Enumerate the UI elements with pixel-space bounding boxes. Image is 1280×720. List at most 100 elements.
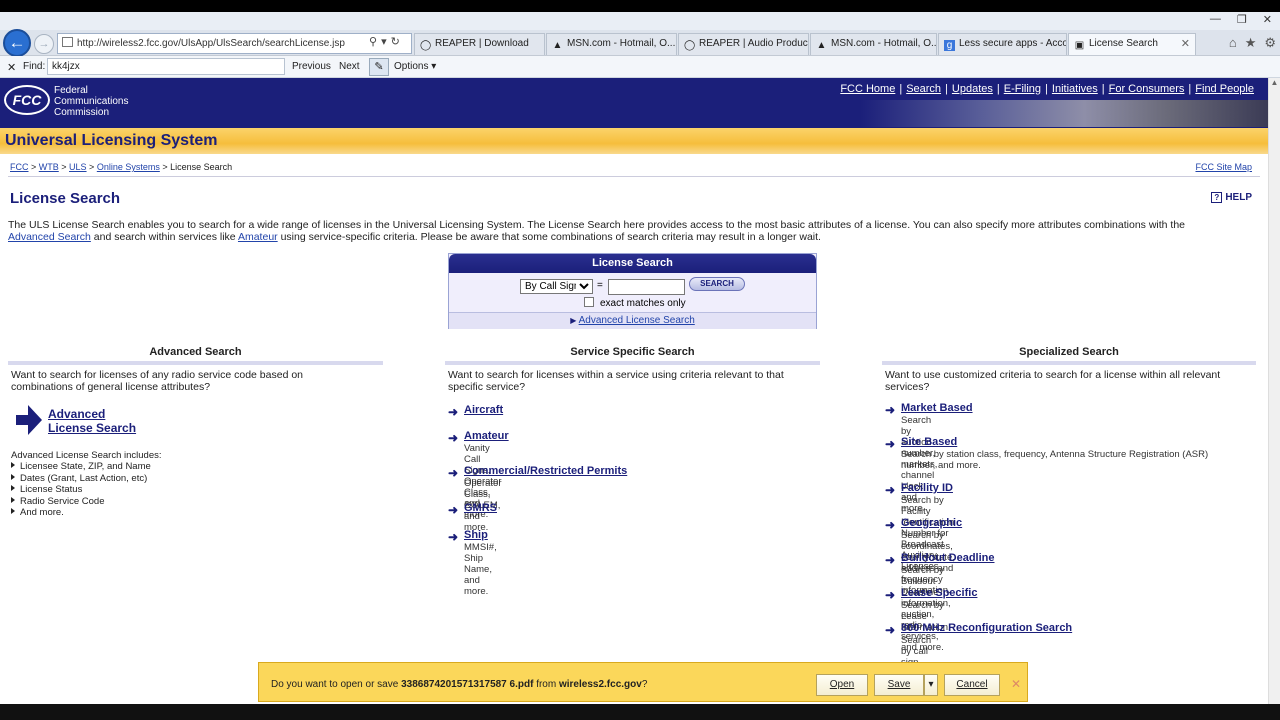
amateur-link[interactable]: Amateur (238, 231, 278, 243)
list-item: And more. (11, 507, 162, 518)
arrow-right-icon: ➜ (448, 466, 459, 480)
arrow-right-icon: ➜ (885, 588, 896, 602)
dropdown-icon[interactable]: ▾ (381, 36, 391, 48)
cancel-button[interactable]: Cancel (944, 674, 1000, 696)
advanced-search-link[interactable]: Advanced Search (8, 231, 91, 243)
fcc-header: FCC Federal Communications Commission FC… (0, 78, 1268, 128)
fcc-name: Federal Communications Commission (54, 85, 129, 118)
triangle-right-icon: ▶ (570, 316, 577, 325)
exact-match-checkbox[interactable] (584, 297, 594, 307)
advanced-license-search-big-link[interactable]: Advanced License Search (48, 407, 136, 435)
download-site: wireless2.fcc.gov (558, 679, 642, 690)
equals-sign: = (597, 280, 603, 291)
list-item: Licensee State, ZIP, and Name (11, 461, 162, 472)
specialized-search-heading: Specialized Search (1019, 346, 1119, 358)
vertical-scrollbar[interactable]: ▲ (1268, 78, 1280, 712)
home-icon[interactable]: ⌂ (1229, 35, 1237, 51)
window-controls: — ❐ ✕ (1210, 13, 1272, 26)
page-icon: ▣ (1074, 40, 1085, 51)
arrow-right-icon: ➜ (885, 623, 896, 637)
nav-search[interactable]: Search (906, 83, 941, 95)
page-icon (62, 37, 73, 47)
tab-license-search[interactable]: ▣ License Search ✕ (1068, 33, 1196, 55)
address-bar[interactable]: http://wireless2.fcc.gov/UlsApp/UlsSearc… (57, 33, 412, 54)
msn-icon: ▲ (552, 40, 563, 51)
service-search-desc: Want to search for licenses within a ser… (448, 369, 784, 393)
find-label: Find: (23, 61, 46, 72)
advanced-license-search-row: ▶ Advanced License Search (449, 312, 816, 329)
tab-reaper-download[interactable]: ◯ REAPER | Download (414, 33, 545, 55)
restore-icon[interactable]: ❐ (1237, 13, 1247, 26)
fcc-logo[interactable]: FCC (4, 85, 50, 115)
divider (882, 361, 1256, 365)
system-title: Universal Licensing System (5, 132, 218, 149)
search-type-select[interactable]: By Call Sign (520, 279, 593, 294)
nav-fcc-home[interactable]: FCC Home (840, 83, 895, 95)
list-item: Dates (Grant, Last Action, etc) (11, 473, 162, 484)
page-title: License Search (10, 190, 121, 207)
advanced-search-desc: Want to search for licenses of any radio… (11, 369, 304, 393)
browser-window: — ❐ ✕ ← → http://wireless2.fcc.gov/UlsAp… (0, 0, 1280, 720)
find-previous-button[interactable]: Previous (292, 61, 331, 72)
scroll-up-icon[interactable]: ▲ (1269, 78, 1280, 87)
system-title-bar: Universal Licensing System (0, 128, 1268, 154)
save-options-dropdown[interactable]: ▾ (924, 674, 938, 696)
breadcrumb-wtb[interactable]: WTB (39, 162, 59, 172)
find-next-button[interactable]: Next (339, 61, 360, 72)
breadcrumb-fcc[interactable]: FCC (10, 162, 29, 172)
service-search-heading: Service Specific Search (570, 346, 695, 358)
back-button[interactable]: ← (3, 29, 31, 57)
arrow-right-icon: ➜ (448, 431, 459, 445)
nav-for-consumers[interactable]: For Consumers (1109, 83, 1185, 95)
nav-initiatives[interactable]: Initiatives (1052, 83, 1098, 95)
nav-e-filing[interactable]: E-Filing (1004, 83, 1041, 95)
shield-icon: ◯ (420, 40, 432, 51)
search-button[interactable]: SEARCH (689, 277, 745, 291)
minimize-icon[interactable]: — (1210, 13, 1221, 26)
favorites-star-icon[interactable]: ★ (1245, 35, 1257, 51)
tab-less-secure-apps[interactable]: g Less secure apps - Acco... (938, 33, 1067, 55)
advanced-includes: Advanced License Search includes: Licens… (11, 450, 162, 519)
arrow-right-icon: ➜ (448, 503, 459, 517)
arrow-right-icon: ➜ (885, 483, 896, 497)
google-icon: g (944, 40, 955, 51)
close-find-icon[interactable]: ✕ (7, 61, 16, 74)
find-bar: ✕ Find: kk4jzx Previous Next ✎ Options ▾ (0, 56, 1280, 78)
refresh-icon[interactable]: ↻ (391, 36, 404, 48)
site-map-link[interactable]: FCC Site Map (1195, 162, 1252, 172)
save-button[interactable]: Save (874, 674, 924, 696)
breadcrumb-current: License Search (170, 162, 233, 172)
close-window-icon[interactable]: ✕ (1263, 13, 1272, 26)
search-icon[interactable]: ⚲ (369, 36, 381, 48)
msn-icon: ▲ (816, 40, 827, 51)
header-banner-image (860, 100, 1268, 127)
nav-updates[interactable]: Updates (952, 83, 993, 95)
breadcrumb-online-systems[interactable]: Online Systems (97, 162, 160, 172)
divider (445, 361, 820, 365)
arrow-right-icon: ➜ (448, 530, 459, 544)
open-button[interactable]: Open (816, 674, 868, 696)
advanced-search-heading: Advanced Search (149, 346, 242, 358)
gear-icon[interactable]: ⚙ (1264, 35, 1276, 51)
highlight-icon[interactable]: ✎ (369, 58, 389, 76)
arrow-right-icon: ➜ (448, 405, 459, 419)
call-sign-input[interactable] (608, 279, 685, 295)
nav-find-people[interactable]: Find People (1195, 83, 1254, 95)
close-icon[interactable]: ✕ (1011, 677, 1021, 691)
divider (8, 361, 383, 365)
divider (8, 176, 1260, 177)
find-input[interactable]: kk4jzx (47, 58, 285, 75)
find-options-button[interactable]: Options ▾ (394, 61, 436, 72)
advanced-license-search-link[interactable]: Advanced License Search (579, 315, 695, 326)
close-tab-icon[interactable]: ✕ (1181, 37, 1190, 50)
download-message: Do you want to open or save 338687420157… (271, 679, 648, 690)
browser-right-buttons: ⌂ ★ ⚙ (1229, 35, 1276, 51)
tab-msn-1[interactable]: ▲ MSN.com - Hotmail, O... (546, 33, 677, 55)
tab-reaper-audio[interactable]: ◯ REAPER | Audio Produc... (678, 33, 809, 55)
breadcrumb-uls[interactable]: ULS (69, 162, 87, 172)
tab-msn-2[interactable]: ▲ MSN.com - Hotmail, O... (810, 33, 937, 55)
intro-text: The ULS License Search enables you to se… (8, 219, 1186, 243)
license-search-box: License Search By Call Sign = SEARCH exa… (448, 253, 817, 329)
help-button[interactable]: ? HELP (1211, 192, 1252, 203)
forward-button[interactable]: → (34, 34, 54, 54)
